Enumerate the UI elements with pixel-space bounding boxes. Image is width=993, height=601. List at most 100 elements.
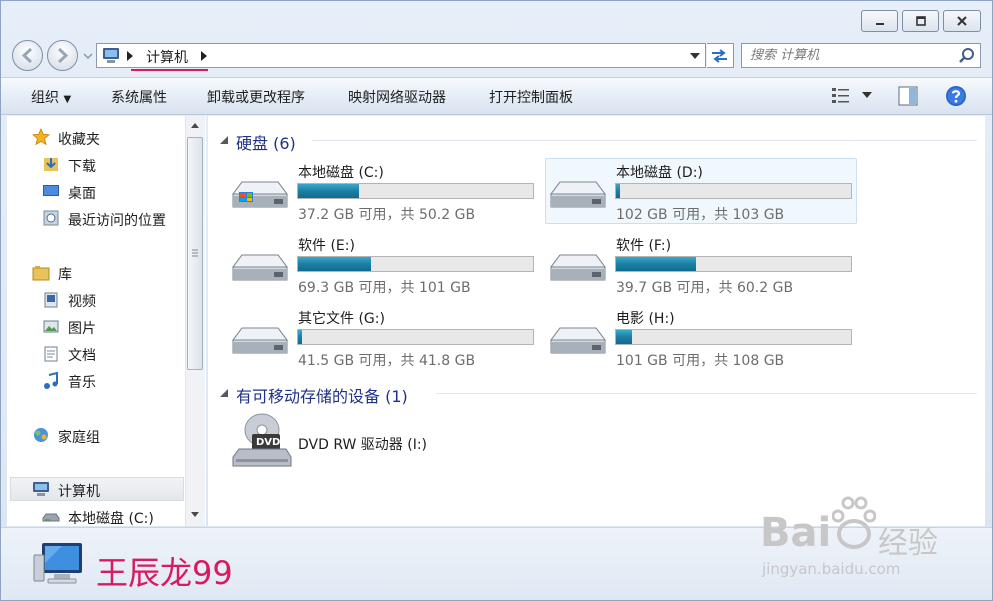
group-hard-drives-title[interactable]: 硬盘 (6) <box>236 130 296 154</box>
watermark-url: jingyan.baidu.com <box>762 560 901 578</box>
drive-name: 软件 (E:) <box>298 238 355 254</box>
drive-tile[interactable]: 本地磁盘 (C:) 37.2 GB 可用，共 50.2 GB <box>230 160 536 223</box>
hard-drive-icon <box>232 327 288 354</box>
maximize-button[interactable] <box>902 10 939 32</box>
organize-button[interactable]: 组织 ▼ <box>31 87 71 107</box>
nav-videos[interactable]: 视频 <box>68 291 96 311</box>
drive-tile[interactable]: 电影 (H:) 101 GB 可用，共 108 GB <box>548 306 854 369</box>
watermark-brand: Bai <box>760 510 832 556</box>
drive-name: 本地磁盘 (C:) <box>298 165 384 181</box>
homegroup-icon <box>34 428 48 442</box>
nav-documents[interactable]: 文档 <box>68 345 96 365</box>
collapse-group-icon[interactable] <box>219 135 229 145</box>
scroll-down-icon[interactable] <box>190 511 200 519</box>
documents-icon <box>44 346 58 362</box>
hard-drive-icon <box>550 254 606 281</box>
drive-name: 本地磁盘 (D:) <box>616 165 703 181</box>
nav-libraries[interactable]: 库 <box>58 264 72 284</box>
map-network-drive-button[interactable]: 映射网络驱动器 <box>348 87 446 107</box>
maximize-icon <box>915 16 926 26</box>
drive-tile[interactable]: 其它文件 (G:) 41.5 GB 可用，共 41.8 GB <box>230 306 536 369</box>
drive-usage-fill <box>616 184 620 198</box>
hard-drive-icon <box>550 327 606 354</box>
drive-capacity: 102 GB 可用，共 103 GB <box>616 207 785 223</box>
breadcrumb-arrow-icon[interactable] <box>126 51 134 61</box>
grip-icon <box>192 249 198 257</box>
help-icon[interactable] <box>945 85 967 107</box>
drive-usage-fill <box>298 330 302 344</box>
recent-pages-chevron-icon[interactable] <box>82 50 94 62</box>
close-icon <box>957 16 967 26</box>
preview-pane-icon[interactable] <box>898 86 918 106</box>
system-properties-button[interactable]: 系统属性 <box>111 87 167 107</box>
nav-recent-places[interactable]: 最近访问的位置 <box>68 210 166 230</box>
search-icon[interactable] <box>958 47 976 65</box>
hard-drive-icon <box>550 181 606 208</box>
drive-usage-fill <box>616 257 696 271</box>
nav-local-disk-c[interactable]: 本地磁盘 (C:) <box>68 508 154 526</box>
drive-tile[interactable]: 软件 (F:) 39.7 GB 可用，共 60.2 GB <box>548 233 854 296</box>
system-drive-icon <box>232 181 288 208</box>
close-button[interactable] <box>943 10 981 32</box>
nav-homegroup[interactable]: 家庭组 <box>58 427 100 447</box>
drive-capacity: 41.5 GB 可用，共 41.8 GB <box>298 353 476 369</box>
downloads-icon <box>44 158 58 171</box>
drive-name: 电影 (H:) <box>616 311 675 327</box>
library-icon <box>32 266 50 281</box>
drive-usage-bar <box>297 183 534 199</box>
drive-usage-bar <box>297 329 534 345</box>
computer-large-icon <box>33 543 82 584</box>
address-dropdown-icon[interactable] <box>689 52 701 60</box>
address-bar[interactable]: 计算机 <box>96 43 706 68</box>
group-divider <box>436 393 977 394</box>
breadcrumb-underline <box>131 69 208 71</box>
drive-name: 其它文件 (G:) <box>298 311 385 327</box>
nav-desktop[interactable]: 桌面 <box>68 183 96 203</box>
breadcrumb-computer[interactable]: 计算机 <box>146 47 188 67</box>
pictures-icon <box>43 320 59 333</box>
arrow-right-icon <box>57 47 69 64</box>
drive-capacity: 37.2 GB 可用，共 50.2 GB <box>298 207 476 223</box>
desktop-icon <box>43 185 59 196</box>
nav-downloads[interactable]: 下载 <box>68 156 96 176</box>
drive-usage-bar <box>297 256 534 272</box>
arrow-left-icon <box>21 47 33 64</box>
scroll-up-icon[interactable] <box>190 121 200 129</box>
breadcrumb-arrow-icon[interactable] <box>200 51 208 61</box>
search-input[interactable] <box>750 46 955 65</box>
view-options-icon[interactable] <box>831 86 851 104</box>
refresh-icon <box>712 49 727 63</box>
nav-scrollbar-thumb[interactable] <box>187 137 203 370</box>
dvd-icon-label: DVD <box>256 437 281 448</box>
music-icon <box>44 372 58 389</box>
dvd-drive-tile[interactable]: DVD DVD RW 驱动器 (I:) <box>230 412 490 472</box>
organize-dropdown-icon: ▼ <box>63 94 72 105</box>
uninstall-program-button[interactable]: 卸载或更改程序 <box>207 87 305 107</box>
details-name: 王辰龙99 <box>96 554 233 592</box>
search-box[interactable] <box>741 43 981 68</box>
open-control-panel-button[interactable]: 打开控制面板 <box>489 87 573 107</box>
minimize-icon <box>875 23 884 25</box>
refresh-button[interactable] <box>707 43 734 68</box>
computer-icon <box>103 48 119 63</box>
collapse-group-icon[interactable] <box>219 388 229 398</box>
drive-tile[interactable]: 本地磁盘 (D:) 102 GB 可用，共 103 GB <box>548 160 854 223</box>
nav-music[interactable]: 音乐 <box>68 372 96 392</box>
drive-tile[interactable]: 软件 (E:) 69.3 GB 可用，共 101 GB <box>230 233 536 296</box>
dvd-drive-name: DVD RW 驱动器 (I:) <box>298 437 428 453</box>
view-dropdown-icon[interactable] <box>862 92 872 99</box>
minimize-button[interactable] <box>861 10 898 32</box>
navigation-pane: 收藏夹 下载 桌面 最近访问的位置 库 视频 图片 文档 音乐 家庭组 计算机 <box>7 116 206 526</box>
videos-icon <box>44 292 58 308</box>
back-button[interactable] <box>12 40 43 71</box>
nav-pictures[interactable]: 图片 <box>68 318 96 338</box>
drive-name: 软件 (F:) <box>616 238 672 254</box>
drive-usage-bar <box>615 183 852 199</box>
drive-capacity: 69.3 GB 可用，共 101 GB <box>298 280 471 296</box>
drive-usage-fill <box>298 184 360 198</box>
nav-computer[interactable]: 计算机 <box>58 481 100 501</box>
group-removable-title[interactable]: 有可移动存储的设备 (1) <box>236 383 408 407</box>
drive-usage-bar <box>615 329 852 345</box>
forward-button[interactable] <box>47 40 78 71</box>
nav-favorites[interactable]: 收藏夹 <box>58 129 100 149</box>
